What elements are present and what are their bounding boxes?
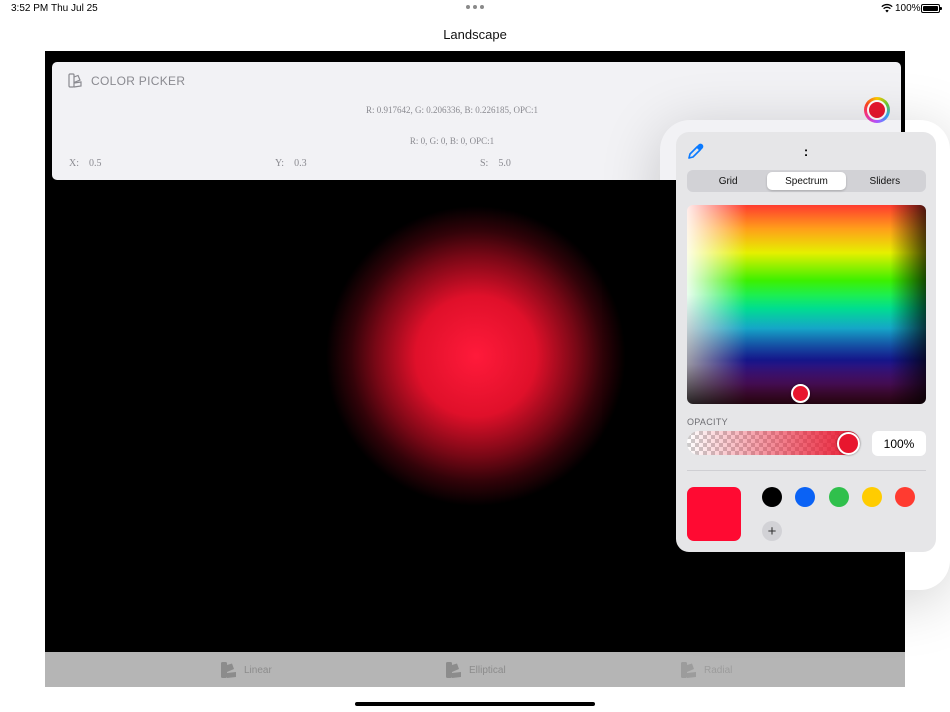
tab-label: Elliptical <box>469 664 506 676</box>
tab-elliptical[interactable]: Elliptical <box>445 661 506 679</box>
y-value: 0.3 <box>294 158 307 169</box>
swatch-black[interactable] <box>762 487 782 507</box>
y-readout: Y: 0.3 <box>275 158 307 169</box>
home-indicator[interactable] <box>355 702 595 706</box>
status-time: 3:52 PM <box>11 3 49 14</box>
battery-icon <box>921 4 942 13</box>
color-well-button[interactable] <box>864 97 890 123</box>
s-value: 5.0 <box>498 158 511 169</box>
segment-grid[interactable]: Grid <box>689 172 767 190</box>
x-readout: X: 0.5 <box>69 158 102 169</box>
divider <box>687 470 926 471</box>
s-label: S: <box>480 158 489 169</box>
status-date: Thu Jul 25 <box>51 3 98 14</box>
tab-linear[interactable]: Linear <box>220 661 272 679</box>
selected-rgb-readout: R: 0.917642, G: 0.206336, B: 0.226185, O… <box>365 105 538 115</box>
opacity-label: OPACITY <box>687 417 728 427</box>
card-title: COLOR PICKER <box>91 73 186 88</box>
swatches-icon <box>68 73 82 88</box>
status-bar: 3:52 PM Thu Jul 25 100% <box>0 0 950 18</box>
card-header: COLOR PICKER <box>68 73 185 88</box>
swatch-red[interactable] <box>895 487 915 507</box>
multitasking-dots-icon[interactable] <box>466 5 484 11</box>
plus-icon: + <box>767 522 777 540</box>
swatch-blue[interactable] <box>795 487 815 507</box>
spectrum-handle[interactable] <box>791 384 810 403</box>
swatch-green[interactable] <box>829 487 849 507</box>
picker-mode-segmented-control: Grid Spectrum Sliders <box>687 170 926 192</box>
tab-label: Linear <box>244 664 272 676</box>
tab-radial[interactable]: Radial <box>680 661 732 679</box>
segment-sliders[interactable]: Sliders <box>846 172 924 190</box>
popover-title: : <box>803 144 809 159</box>
tab-bar: Linear Elliptical Radial <box>45 652 905 687</box>
y-label: Y: <box>275 158 285 169</box>
swatches-icon <box>221 662 236 678</box>
spectrum-field[interactable] <box>687 205 926 404</box>
swatches-icon <box>446 662 461 678</box>
page-title: Landscape <box>443 27 507 42</box>
opacity-slider-handle[interactable] <box>837 432 860 455</box>
wifi-icon <box>881 3 893 13</box>
x-label: X: <box>69 158 79 169</box>
add-swatch-button[interactable]: + <box>762 521 782 541</box>
swatch-yellow[interactable] <box>862 487 882 507</box>
color-picker-popover: : Grid Spectrum Sliders OPACITY 100% + <box>676 132 936 552</box>
eyedropper-icon[interactable] <box>686 141 706 161</box>
swatches-icon <box>681 662 696 678</box>
segment-spectrum[interactable]: Spectrum <box>767 172 846 190</box>
x-value: 0.5 <box>89 158 102 169</box>
opacity-value-field[interactable]: 100% <box>872 431 926 456</box>
s-readout: S: 5.0 <box>480 158 511 169</box>
tab-label: Radial <box>704 664 733 676</box>
opacity-slider[interactable] <box>687 431 860 455</box>
current-color-swatch <box>687 487 741 541</box>
battery-percentage: 100% <box>895 3 921 14</box>
